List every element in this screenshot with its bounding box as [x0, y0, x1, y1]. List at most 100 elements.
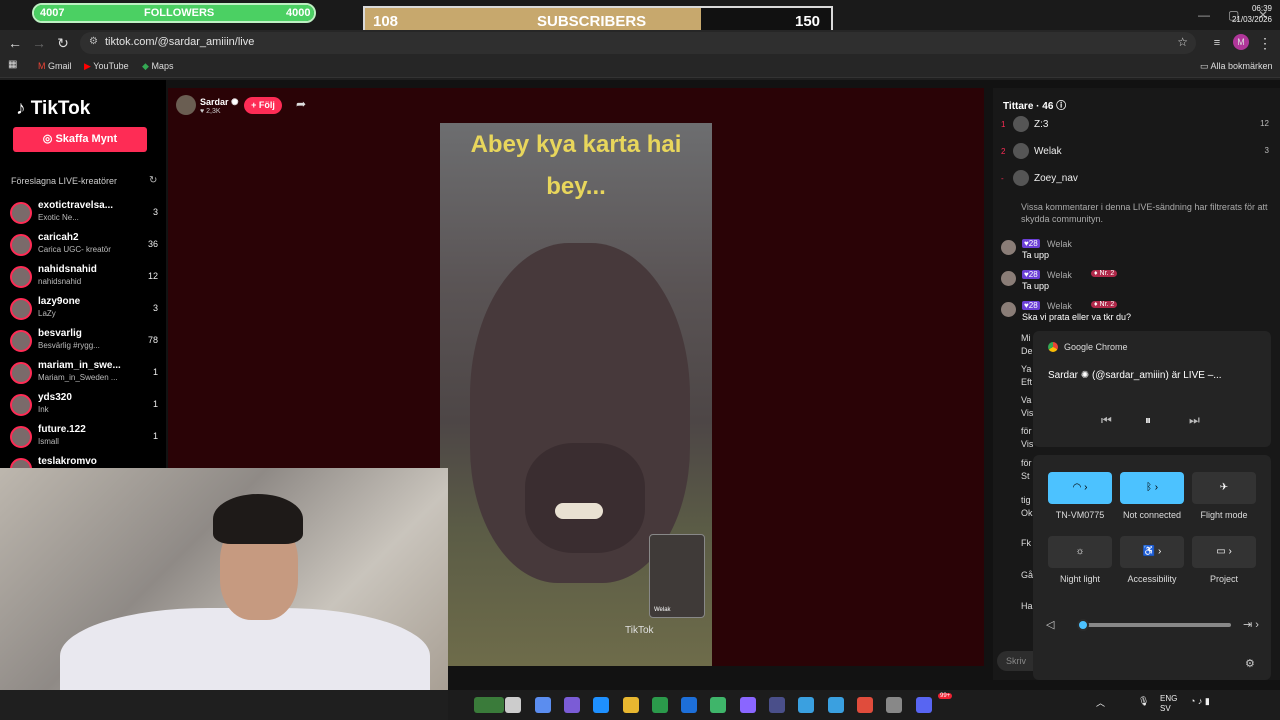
file-icon[interactable]: [505, 697, 522, 713]
tray-overflow-icon[interactable]: ︿: [1096, 696, 1105, 709]
follow-button[interactable]: + Följ: [244, 97, 282, 114]
creator-item[interactable]: besvarlig Besvärlig #rygg... 78: [10, 328, 160, 356]
viewer-avatar[interactable]: [1013, 143, 1029, 159]
creator-avatar[interactable]: [10, 426, 32, 448]
creator-item[interactable]: future.122 Ismall 1: [10, 424, 160, 452]
creator-item[interactable]: lazy9one LaZy 3: [10, 296, 160, 324]
app-icon[interactable]: [798, 697, 815, 713]
creator-viewer-count: 3: [152, 303, 158, 313]
get-coins-button[interactable]: ◎ Skaffa Mynt: [13, 127, 147, 152]
creator-viewer-count: 1: [152, 367, 158, 377]
comment-author[interactable]: Welak: [1047, 270, 1072, 280]
app-icon[interactable]: [886, 697, 903, 713]
guest-pip[interactable]: [649, 534, 705, 618]
viewer-row[interactable]: 1 Z:3 12: [1001, 116, 1273, 136]
comment-author[interactable]: Welak: [1047, 301, 1072, 311]
live-video[interactable]: Abey kya karta hai bey... Welak TikTok: [440, 123, 712, 666]
chat-comment[interactable]: ♥28 Welak ♦ Nr. 2 Ta upp: [1001, 270, 1273, 300]
language-indicator[interactable]: ENG SV: [1160, 694, 1177, 714]
host-name[interactable]: Sardar ✺: [200, 97, 239, 108]
previous-track-icon[interactable]: ⏮: [1101, 413, 1112, 428]
viewer-row[interactable]: - Zoey_nav: [1001, 170, 1273, 190]
bookmark-maps[interactable]: ◆ Maps: [142, 61, 173, 72]
tiktok-logo[interactable]: ♪ TikTok: [16, 98, 90, 120]
airplane-tile[interactable]: ✈: [1192, 472, 1256, 504]
chat-comment[interactable]: ♥28 Welak Ta upp: [1001, 239, 1273, 269]
creator-avatar[interactable]: [10, 394, 32, 416]
accessibility-icon: ♿ ›: [1142, 546, 1162, 557]
network-icon[interactable]: ◔ ♪ ▮: [1190, 696, 1210, 707]
share-icon[interactable]: ➦: [296, 97, 306, 111]
settings-gear-icon[interactable]: ⚙: [1245, 657, 1255, 670]
creator-subtitle: Ismall: [38, 437, 59, 446]
address-bar[interactable]: ⚙ tiktok.com/@sardar_amiiin/live ☆: [80, 32, 1196, 54]
system-clock[interactable]: 06:39 21/03/2026: [1228, 3, 1272, 25]
creator-avatar[interactable]: [10, 362, 32, 384]
volume-slider[interactable]: [1077, 619, 1231, 631]
minimize-icon[interactable]: —: [1198, 8, 1210, 22]
viewer-row[interactable]: 2 Welak 3: [1001, 143, 1273, 163]
comment-level-badge: ♥28: [1022, 270, 1040, 279]
chat-comment[interactable]: ♥28 Welak ♦ Nr. 2 Ska vi prata eller va tkr…: [1001, 301, 1273, 331]
edge-icon[interactable]: [593, 697, 610, 713]
outlook-icon[interactable]: [681, 697, 698, 713]
profile-avatar[interactable]: M: [1233, 34, 1249, 50]
creator-avatar[interactable]: [10, 298, 32, 320]
clipped-comment-text: Gå: [1021, 570, 1034, 580]
creator-name: future.122: [38, 424, 86, 435]
bookmark-youtube[interactable]: ▶ YouTube: [84, 61, 129, 72]
creator-avatar[interactable]: [10, 234, 32, 256]
viewer-avatar[interactable]: [1013, 116, 1029, 132]
copilot-icon[interactable]: [534, 697, 551, 713]
explorer-icon[interactable]: [622, 697, 639, 713]
media-control-icon[interactable]: ≡: [1208, 34, 1226, 52]
widget-icon[interactable]: [474, 697, 504, 713]
discord-icon[interactable]: [915, 697, 932, 713]
viewer-avatar[interactable]: [1013, 170, 1029, 186]
wifi-tile[interactable]: ◠ ›: [1048, 472, 1112, 504]
creator-name: lazy9one: [38, 296, 81, 307]
subscribers-goal: 150: [795, 13, 821, 30]
microphone-icon[interactable]: 🎙: [1138, 696, 1149, 707]
comment-avatar[interactable]: [1001, 302, 1016, 317]
pause-icon[interactable]: ⏸: [1145, 413, 1151, 428]
bluetooth-tile[interactable]: ᛒ ›: [1120, 472, 1184, 504]
bookmark-gmail[interactable]: M Gmail: [38, 61, 72, 71]
photos-icon[interactable]: [827, 697, 844, 713]
audio-output-icon[interactable]: ⇥ ›: [1243, 618, 1259, 631]
forward-icon[interactable]: →: [30, 34, 48, 52]
vpn-icon[interactable]: [710, 697, 727, 713]
volume-knob[interactable]: [1077, 619, 1089, 631]
menu-icon[interactable]: ⋮: [1256, 34, 1274, 52]
comment-author[interactable]: Welak: [1047, 239, 1072, 249]
all-bookmarks[interactable]: ▭ Alla bokmärken: [1200, 61, 1273, 72]
project-tile[interactable]: ▭ ›: [1192, 536, 1256, 568]
creator-item[interactable]: yds320 Ink 1: [10, 392, 160, 420]
site-info-icon[interactable]: ⚙: [89, 36, 98, 47]
bookmark-star-icon[interactable]: ☆: [1177, 35, 1188, 49]
refresh-icon[interactable]: ↻: [149, 175, 157, 186]
creator-item[interactable]: mariam_in_swe... Mariam_in_Sweden ... 1: [10, 360, 160, 388]
volume-icon[interactable]: ◁: [1046, 618, 1054, 631]
creator-item[interactable]: nahidsnahid nahidsnahid 12: [10, 264, 160, 292]
sun-tile[interactable]: ☼: [1048, 536, 1112, 568]
comment-avatar[interactable]: [1001, 240, 1016, 255]
next-track-icon[interactable]: ⏭: [1189, 413, 1200, 428]
chrome-icon[interactable]: [856, 697, 873, 713]
tiktok-sidebar: ♪ TikTok ◎ Skaffa Mynt Föreslagna LIVE-k…: [0, 80, 166, 480]
store-icon[interactable]: [651, 697, 668, 713]
reload-icon[interactable]: ↻: [54, 34, 72, 52]
accessibility-tile[interactable]: ♿ ›: [1120, 536, 1184, 568]
creator-avatar[interactable]: [10, 266, 32, 288]
apps-icon[interactable]: ▦: [8, 59, 17, 70]
comment-avatar[interactable]: [1001, 271, 1016, 286]
creator-avatar[interactable]: [10, 202, 32, 224]
visual-studio-icon[interactable]: [769, 697, 785, 713]
creator-avatar[interactable]: [10, 330, 32, 352]
back-icon[interactable]: ←: [6, 34, 24, 52]
app-icon[interactable]: [739, 697, 756, 713]
creator-item[interactable]: caricah2 Carica UGC- kreatör 36: [10, 232, 160, 260]
host-avatar[interactable]: [176, 95, 196, 115]
creator-item[interactable]: exotictravelsa... Exotic Ne... 3: [10, 200, 160, 228]
teams-icon[interactable]: [563, 697, 580, 713]
